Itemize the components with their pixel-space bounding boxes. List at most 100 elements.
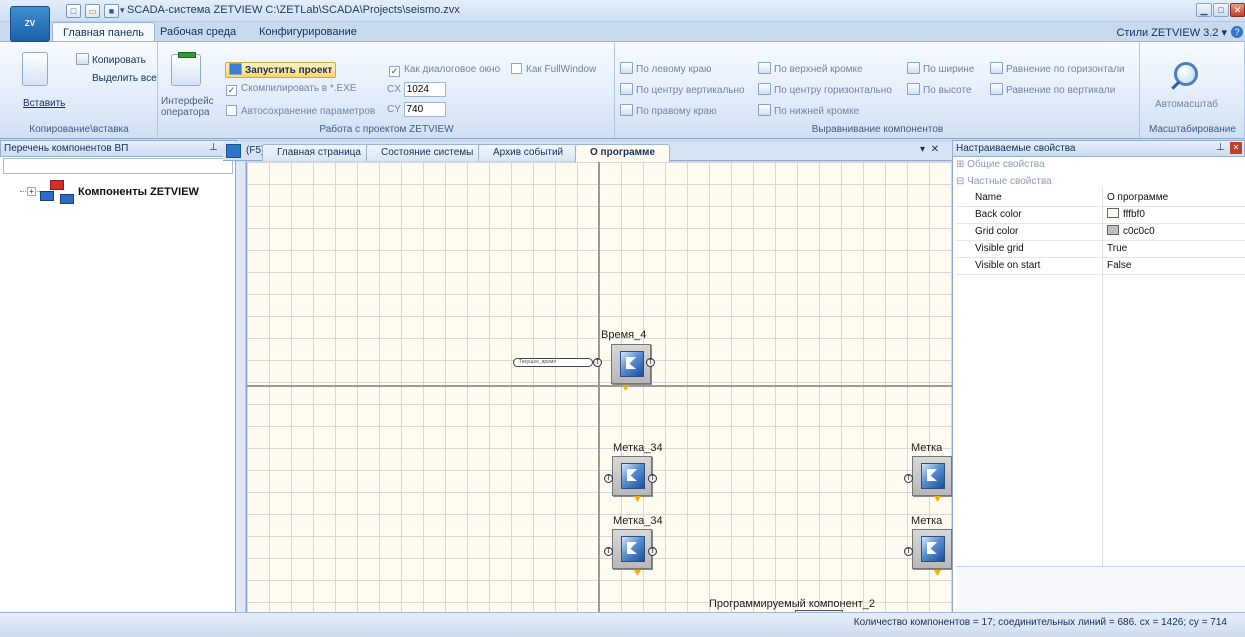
bottom-pin-icon[interactable] [934, 570, 941, 576]
paste-icon[interactable] [22, 52, 48, 86]
output-pin-icon[interactable]: T [646, 358, 655, 367]
property-value[interactable]: fffbf0 [1107, 207, 1145, 223]
property-name: Back color [975, 209, 1022, 220]
pin-icon[interactable]: ⊥ [1216, 142, 1225, 153]
cy-input[interactable]: 740 [403, 102, 446, 117]
component-mark-4[interactable] [912, 529, 952, 569]
tab-list-icon[interactable]: ▾ [920, 144, 925, 155]
bottom-pin-icon[interactable] [622, 385, 629, 391]
tab-about[interactable]: О программе [575, 144, 671, 162]
copy-button[interactable]: Копировать [76, 53, 146, 69]
tab-close-icon[interactable]: ✕ [931, 144, 939, 155]
pin-icon[interactable]: ⊥ [209, 142, 218, 153]
time-input-connector[interactable]: Текущее_время [513, 358, 593, 367]
run-project-button[interactable]: Запустить проект [225, 62, 337, 78]
copy-icon [76, 53, 89, 65]
property-value[interactable]: True [1107, 241, 1127, 257]
project-group-label: Работа с проектом ZETVIEW [319, 124, 454, 135]
input-pin-icon[interactable]: T [593, 358, 602, 367]
category-general-label: Общие свойства [967, 159, 1045, 170]
category-general[interactable]: ⊞ Общие свойства [956, 157, 1045, 173]
align-left-button[interactable]: По левому краю [620, 62, 711, 78]
component-mark-2[interactable] [612, 529, 652, 569]
input-pin-icon[interactable]: T [904, 474, 913, 483]
collapse-icon[interactable]: ⊟ [956, 176, 964, 187]
components-filter-input[interactable] [3, 158, 233, 174]
tree-item-zetview-components[interactable]: Компоненты ZETVIEW [78, 186, 199, 198]
property-value[interactable]: c0c0c0 [1107, 224, 1155, 240]
bottom-pin-icon[interactable] [634, 496, 641, 502]
component-image-icon [621, 536, 645, 562]
operator-interface-icon[interactable] [171, 54, 201, 86]
even-vertical-button[interactable]: Равнение по вертикали [990, 83, 1115, 99]
same-height-button[interactable]: По высоте [907, 83, 972, 99]
component-label-mark-3: Метка [911, 442, 943, 454]
compile-checkbox[interactable]: ✓ Скомпилировать в *.EXE [226, 81, 357, 97]
compile-label: Скомпилировать в *.EXE [241, 83, 357, 94]
autosave-checkbox[interactable]: Автосохранение параметров [226, 104, 375, 120]
styles-dropdown[interactable]: Стили ZETVIEW 3.2 ▾ [1116, 26, 1227, 39]
input-pin-icon[interactable]: T [604, 474, 613, 483]
component-mark-1[interactable] [612, 456, 652, 496]
alignment-group-label: Выравнивание компонентов [811, 124, 944, 135]
design-canvas[interactable]: Время_4 T T Текущее_время Метка_34 T T М… [246, 162, 952, 612]
back-color-swatch [1107, 208, 1119, 218]
dialog-checkbox[interactable]: ✓ Как диалоговое окно [389, 62, 500, 78]
help-icon[interactable]: ? [1231, 26, 1243, 38]
align-top-button[interactable]: По верхней кромке [758, 62, 863, 78]
align-bottom-button[interactable]: По нижней кромке [758, 104, 859, 120]
align-center-v-button[interactable]: По центру вертикально [620, 83, 745, 99]
property-value[interactable]: О программе [1107, 190, 1168, 206]
minimize-button[interactable]: ▁ [1196, 3, 1212, 17]
tab-main-panel[interactable]: Главная панель [52, 22, 155, 42]
new-file-icon[interactable]: □ [66, 4, 81, 18]
property-value[interactable]: False [1107, 258, 1131, 274]
select-all-button[interactable]: Выделить все [92, 71, 157, 87]
compile-check-icon: ✓ [226, 85, 237, 96]
tab-system-state[interactable]: Состояние системы [366, 144, 489, 161]
tab-configuration[interactable]: Конфигурирование [249, 22, 367, 42]
component-time[interactable] [611, 344, 651, 384]
application-menu-button[interactable]: ZV [10, 6, 50, 42]
canvas-ruler-gutter [236, 162, 246, 612]
same-height-label: По высоте [923, 85, 972, 96]
close-button[interactable]: ✕ [1230, 3, 1245, 17]
input-pin-icon[interactable]: T [904, 547, 913, 556]
operator-interface-button[interactable]: Интерфейс оператора [161, 96, 214, 118]
align-center-v-icon [620, 83, 633, 95]
autoscale-button[interactable]: Автомасштаб [1155, 97, 1218, 113]
maximize-button[interactable]: □ [1213, 3, 1229, 17]
category-private[interactable]: ⊟ Частные свойства [956, 174, 1052, 190]
close-panel-icon[interactable]: ✕ [1230, 142, 1242, 154]
clipboard-group-label: Копирование\вставка [29, 124, 129, 135]
properties-panel-title: Настраиваемые свойства [956, 143, 1076, 154]
component-mark-3[interactable] [912, 456, 952, 496]
align-top-label: По верхней кромке [774, 64, 863, 75]
paste-button[interactable]: Вставить [23, 96, 65, 112]
bottom-pin-icon[interactable] [634, 570, 641, 576]
align-center-h-button[interactable]: По центру горизонтально [758, 83, 892, 99]
component-label-mark-1: Метка_34 [613, 442, 663, 454]
open-folder-icon[interactable]: ▭ [85, 4, 100, 18]
run-preview-icon[interactable] [226, 144, 241, 158]
same-width-icon [907, 62, 920, 74]
cx-input[interactable]: 1024 [403, 82, 446, 97]
tree-expand-icon[interactable]: + [27, 187, 36, 196]
fullwindow-checkbox[interactable]: Как FullWindow [511, 62, 596, 78]
tab-event-archive[interactable]: Архив событий [478, 144, 579, 161]
properties-panel-header: Настраиваемые свойства [952, 140, 1245, 157]
bottom-pin-icon[interactable] [934, 496, 941, 502]
output-pin-icon[interactable]: T [648, 474, 657, 483]
even-horizontal-button[interactable]: Равнение по горизонтали [990, 62, 1125, 78]
canvas-horizontal-axis [247, 385, 952, 387]
same-width-button[interactable]: По ширине [907, 62, 974, 78]
expand-icon[interactable]: ⊞ [956, 159, 964, 170]
input-pin-icon[interactable]: T [604, 547, 613, 556]
tab-workspace[interactable]: Рабочая среда [150, 22, 246, 42]
tab-main-page[interactable]: Главная страница [262, 144, 376, 161]
quick-access-dropdown-icon[interactable]: ▾ [120, 5, 125, 16]
align-center-h-label: По центру горизонтально [774, 85, 892, 96]
save-icon[interactable]: ■ [104, 4, 119, 18]
output-pin-icon[interactable]: T [648, 547, 657, 556]
align-right-button[interactable]: По правому краю [620, 104, 717, 120]
